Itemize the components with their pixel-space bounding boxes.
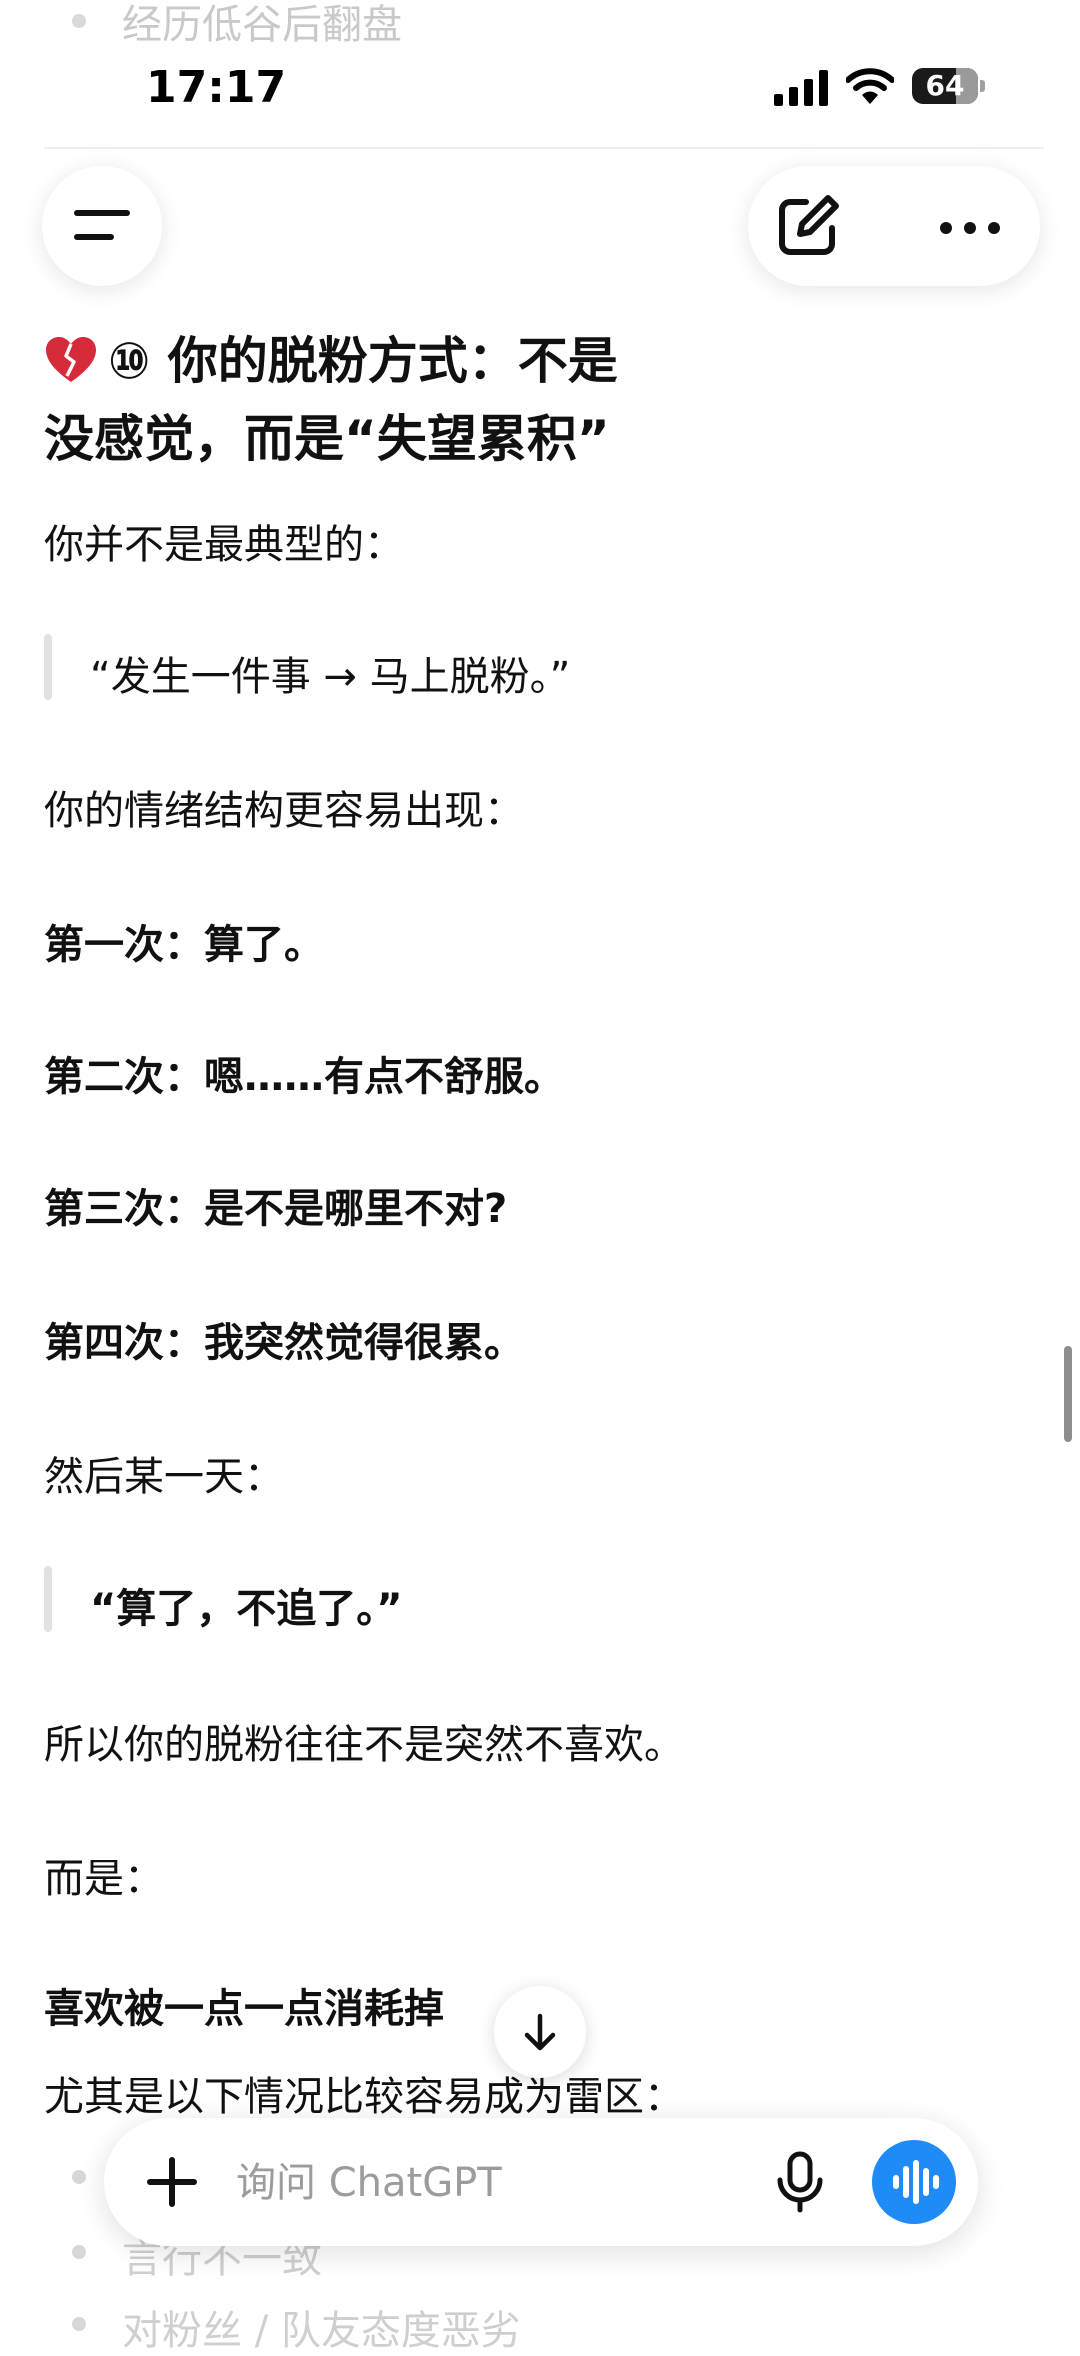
blockquote-text: “发生一件事 → 马上脱粉。” [90, 654, 571, 700]
battery-cap [980, 80, 985, 92]
list-bullet [72, 2317, 86, 2331]
divider [44, 147, 1044, 149]
blockquote-bar [44, 634, 52, 700]
step-label: 第二次： [44, 1054, 204, 1100]
step-text: 我突然觉得很累。 [204, 1320, 524, 1366]
broken-heart-icon [46, 337, 96, 382]
arrow-down-icon [524, 2013, 556, 2051]
paragraph-intro: 你并不是最典型的： [44, 522, 404, 568]
step-item: 第四次：我突然觉得很累。 [44, 1310, 524, 1368]
step-item: 第二次：嗯……有点不舒服。 [44, 1044, 564, 1102]
scrollbar-thumb[interactable] [1064, 1346, 1072, 1442]
step-label: 第三次： [44, 1186, 204, 1232]
sidebar-menu-button[interactable] [42, 166, 162, 286]
new-chat-edit-icon[interactable] [770, 188, 846, 264]
heading-line-1: ⑩ 你的脱粉方式：不是 [108, 332, 618, 390]
sound-wave-icon [872, 2140, 956, 2224]
battery-icon: 64 [912, 68, 978, 104]
scroll-to-bottom-button[interactable] [494, 1986, 586, 2078]
step-text: 是不是哪里不对? [204, 1186, 508, 1232]
step-text: 嗯……有点不舒服。 [204, 1054, 564, 1100]
message-composer [104, 2118, 978, 2246]
list-bullet [72, 2170, 86, 2184]
wifi-icon [846, 68, 894, 104]
status-time: 17:17 [146, 62, 287, 113]
paragraph-so: 所以你的脱粉往往不是突然不喜欢。 [44, 1722, 684, 1768]
add-attachment-icon[interactable] [136, 2146, 208, 2218]
message-input[interactable] [234, 2148, 738, 2218]
cellular-signal-icon [774, 70, 828, 106]
list-bullet [72, 14, 86, 28]
emphasis-text: 喜欢被一点一点消耗掉 [44, 1986, 444, 2032]
section-heading: ⑩ 你的脱粉方式：不是 没感觉，而是“失望累积” [44, 322, 764, 478]
step-label: 第四次： [44, 1320, 204, 1366]
step-item: 第一次：算了。 [44, 912, 324, 970]
paragraph-but: 而是： [44, 1856, 164, 1902]
step-item: 第三次：是不是哪里不对? [44, 1176, 507, 1234]
menu-icon [42, 166, 162, 286]
more-options-button[interactable] [922, 188, 1018, 264]
header-actions [748, 166, 1040, 286]
voice-mode-button[interactable] [872, 2140, 956, 2224]
step-label: 第一次： [44, 922, 204, 968]
blockquote-text: “算了，不追了。” [90, 1586, 403, 1632]
battery-level: 64 [925, 69, 965, 102]
list-bullet [72, 2245, 86, 2259]
faded-list-item: 对粉丝 / 队友态度恶劣 [122, 2308, 521, 2354]
heading-line-2: 没感觉，而是“失望累积” [44, 410, 610, 468]
paragraph-structure: 你的情绪结构更容易出现： [44, 788, 524, 834]
paragraph-especially: 尤其是以下情况比较容易成为雷区： [44, 2074, 684, 2120]
microphone-icon[interactable] [760, 2142, 840, 2222]
step-text: 算了。 [204, 922, 324, 968]
faded-list-item: 经历低谷后翻盘 [122, 2, 402, 48]
blockquote-bar [44, 1566, 52, 1632]
more-dots-icon [922, 188, 1018, 264]
paragraph-then: 然后某一天： [44, 1454, 284, 1500]
